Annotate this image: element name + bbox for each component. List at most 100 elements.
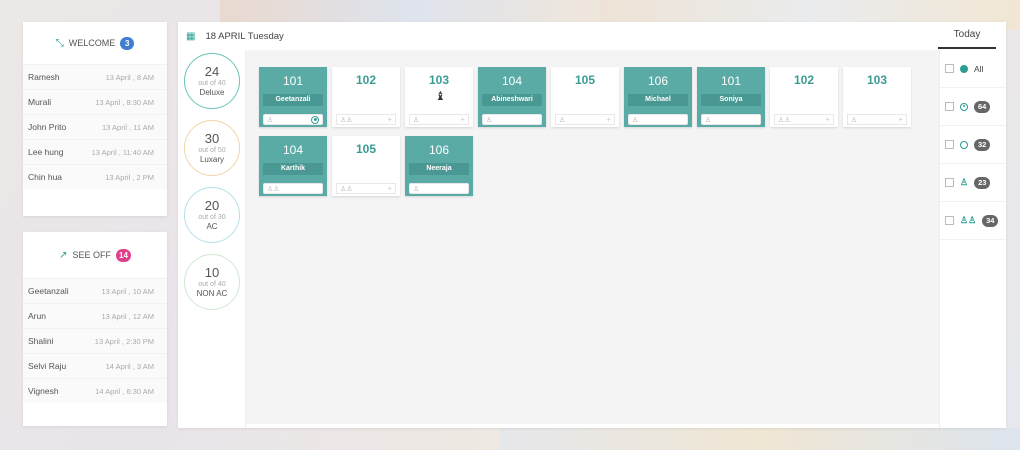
add-icon[interactable]: + — [606, 115, 611, 124]
checkbox[interactable] — [945, 178, 954, 187]
room-number: 102 — [355, 73, 377, 87]
room-number: 103 — [866, 73, 888, 87]
room-footer: ♙♙ + — [336, 114, 396, 125]
person-icon: ♙♙ — [340, 185, 353, 193]
room-footer: ♙ + — [847, 114, 907, 125]
room-guest-name: Neeraja — [409, 163, 469, 175]
date-bar: ▦ 18 APRIL Tuesday — [178, 22, 938, 50]
room-grid: 101 Geetanzali ♙ 102 ♙♙ +103 ♝ ♙ +104 Abineshwari… — [246, 50, 939, 424]
checkbox[interactable] — [945, 102, 954, 111]
calendar-icon[interactable]: ▦ — [186, 31, 195, 42]
room-tile[interactable]: 104 Abineshwari ♙ — [478, 67, 546, 127]
two-persons-icon: ♙♙ — [960, 215, 977, 225]
person-icon: ♙ — [413, 116, 420, 124]
room-footer: ♙♙ — [263, 183, 323, 194]
filled-circle-icon — [960, 64, 968, 73]
list-item[interactable]: Selvi Raju 14 April , 3 AM — [23, 353, 167, 378]
list-item[interactable]: Ramesh 13 April , 8 AM — [23, 64, 167, 89]
filter-vacant[interactable]: 32 — [940, 126, 1006, 164]
room-footer: ♙ — [628, 114, 688, 125]
room-tile[interactable]: 106 Michael ♙ — [624, 67, 692, 127]
welcome-count-badge: 3 — [120, 36, 135, 50]
person-icon: ♙ — [267, 116, 274, 124]
list-item[interactable]: Chin hua 13 April , 2 PM — [23, 164, 167, 189]
welcome-guest-list: Ramesh 13 April , 8 AM Murali 13 April , 8… — [23, 64, 167, 189]
checkbox[interactable] — [945, 64, 954, 73]
list-item[interactable]: Geetanzali 13 April , 10 AM — [23, 278, 167, 303]
filter-count: 34 — [982, 214, 999, 227]
room-number: 106 — [428, 143, 450, 157]
room-number: 104 — [501, 74, 523, 88]
trend-down-icon: ⤡ — [55, 37, 64, 49]
single-person-icon: ♙ — [960, 177, 969, 187]
room-footer: ♙ — [409, 183, 469, 194]
checkbox[interactable] — [945, 140, 954, 149]
room-tile[interactable]: 106 Neeraja ♙ — [405, 136, 473, 196]
person-icon: ♙♙ — [778, 116, 791, 124]
room-number: 101 — [282, 74, 304, 88]
room-number: 101 — [720, 74, 742, 88]
room-guest-name: Soniya — [701, 94, 761, 106]
list-item[interactable]: Vignesh 14 April , 6:30 AM — [23, 378, 167, 403]
category-deluxe[interactable]: 24 out of 40 Deluxe — [184, 53, 240, 109]
person-icon: ♙ — [413, 185, 420, 193]
category-non-ac[interactable]: 10 out of 40 NON AC — [184, 254, 240, 310]
add-icon[interactable]: + — [825, 115, 830, 124]
person-icon: ♙ — [486, 116, 493, 124]
list-item[interactable]: Shalini 13 April , 2:30 PM — [23, 328, 167, 353]
category-ac[interactable]: 20 out of 30 AC — [184, 187, 240, 243]
room-tile[interactable]: 103 ♝ ♙ + — [405, 67, 473, 127]
room-tile[interactable]: 105 ♙ + — [551, 67, 619, 127]
room-guest-name: Michael — [628, 94, 688, 106]
list-item[interactable]: Lee hung 13 April , 11:40 AM — [23, 139, 167, 164]
radio-selected-icon[interactable] — [311, 115, 319, 124]
empty-circle-icon — [960, 140, 968, 149]
person-icon: ♙ — [705, 116, 712, 124]
room-footer: ♙ — [701, 114, 761, 125]
room-tile[interactable]: 101 Geetanzali ♙ — [259, 67, 327, 127]
room-tile[interactable]: 102 ♙♙ + — [332, 67, 400, 127]
room-footer: ♙ + — [555, 114, 615, 125]
room-tile[interactable]: 102 ♙♙ + — [770, 67, 838, 127]
checkbox[interactable] — [945, 216, 954, 225]
person-icon: ♙ — [851, 116, 858, 124]
room-footer: ♙ + — [409, 114, 469, 125]
person-icon: ♙♙ — [267, 185, 280, 193]
list-item[interactable]: Murali 13 April , 8:30 AM — [23, 89, 167, 114]
seeoff-title: SEE OFF — [72, 250, 111, 260]
housekeeping-icon: ♝ — [435, 89, 446, 103]
room-guest-name: Geetanzali — [263, 94, 323, 106]
welcome-header[interactable]: ⤡ WELCOME 3 — [23, 22, 167, 64]
add-icon[interactable]: + — [387, 115, 392, 124]
filter-single[interactable]: ♙ 23 — [940, 164, 1006, 202]
seeoff-header[interactable]: ↗ SEE OFF 14 — [23, 232, 167, 278]
seeoff-guest-list: Geetanzali 13 April , 10 AM Arun 13 April … — [23, 278, 167, 403]
seeoff-count-badge: 14 — [116, 248, 131, 262]
person-icon: ♙ — [632, 116, 639, 124]
filter-occupied[interactable]: 64 — [940, 88, 1006, 126]
add-icon[interactable]: + — [460, 115, 465, 124]
category-luxary[interactable]: 30 out of 50 Luxary — [184, 120, 240, 176]
room-guest-name: Karthik — [263, 163, 323, 175]
room-footer: ♙ — [482, 114, 542, 125]
room-tile[interactable]: 105 ♙♙ + — [332, 136, 400, 196]
list-item[interactable]: John Prito 13 April , 11 AM — [23, 114, 167, 139]
radio-selected-icon — [960, 102, 968, 111]
tab-today[interactable]: Today — [938, 22, 996, 49]
filter-double[interactable]: ♙♙ 34 — [940, 202, 1006, 240]
list-item[interactable]: Arun 13 April , 12 AM — [23, 303, 167, 328]
add-icon[interactable]: + — [387, 184, 392, 193]
welcome-title: WELCOME — [68, 38, 116, 48]
room-tile[interactable]: 104 Karthik ♙♙ — [259, 136, 327, 196]
room-number: 104 — [282, 143, 304, 157]
welcome-panel: ⤡ WELCOME 3 Ramesh 13 April , 8 AM Murali… — [23, 22, 167, 216]
filter-count: 32 — [974, 138, 991, 151]
add-icon[interactable]: + — [898, 115, 903, 124]
room-number: 106 — [647, 74, 669, 88]
room-tile[interactable]: 101 Soniya ♙ — [697, 67, 765, 127]
filter-column: All 64 32 ♙ 23 ♙♙ 34 — [939, 50, 1006, 428]
room-tile[interactable]: 103 ♙ + — [843, 67, 911, 127]
person-icon: ♙ — [559, 116, 566, 124]
filter-all[interactable]: All — [940, 50, 1006, 88]
room-footer: ♙♙ + — [336, 183, 396, 194]
